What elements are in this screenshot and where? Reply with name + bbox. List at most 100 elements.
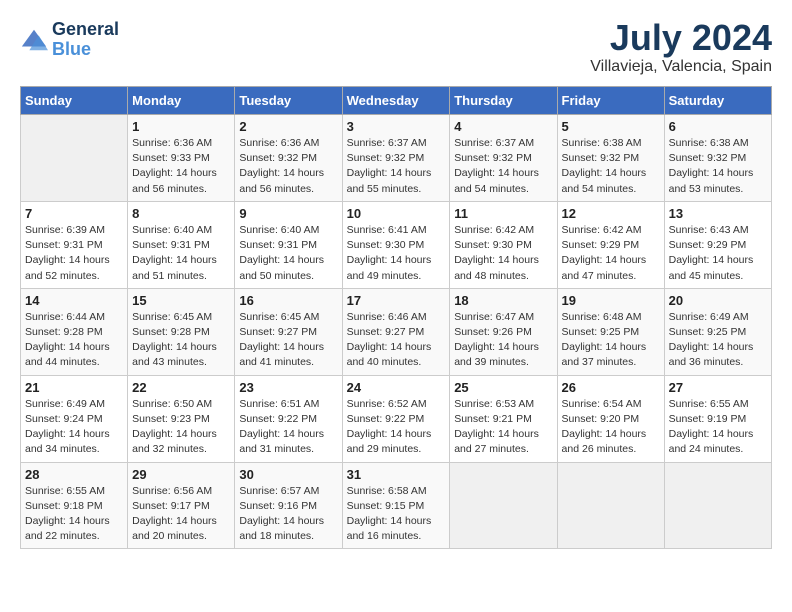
header-day: Tuesday xyxy=(235,87,342,115)
header-day: Thursday xyxy=(450,87,557,115)
main-title: July 2024 xyxy=(590,20,772,56)
day-info: Sunrise: 6:45 AM Sunset: 9:28 PM Dayligh… xyxy=(132,310,230,371)
calendar-cell: 8Sunrise: 6:40 AM Sunset: 9:31 PM Daylig… xyxy=(128,201,235,288)
day-info: Sunrise: 6:55 AM Sunset: 9:18 PM Dayligh… xyxy=(25,484,123,545)
calendar-cell: 10Sunrise: 6:41 AM Sunset: 9:30 PM Dayli… xyxy=(342,201,450,288)
calendar-cell: 3Sunrise: 6:37 AM Sunset: 9:32 PM Daylig… xyxy=(342,115,450,202)
day-number: 1 xyxy=(132,119,230,134)
calendar-cell xyxy=(557,462,664,549)
day-info: Sunrise: 6:39 AM Sunset: 9:31 PM Dayligh… xyxy=(25,223,123,284)
calendar-cell: 25Sunrise: 6:53 AM Sunset: 9:21 PM Dayli… xyxy=(450,375,557,462)
day-info: Sunrise: 6:49 AM Sunset: 9:25 PM Dayligh… xyxy=(669,310,767,371)
page-header: General Blue July 2024 Villavieja, Valen… xyxy=(20,20,772,76)
day-number: 24 xyxy=(347,380,446,395)
calendar-cell: 4 Sunrise: 6:37 AM Sunset: 9:32 PM Daylig… xyxy=(450,115,557,202)
day-number: 30 xyxy=(239,467,337,482)
day-info: Sunrise: 6:54 AM Sunset: 9:20 PM Dayligh… xyxy=(562,397,660,458)
day-number: 13 xyxy=(669,206,767,221)
calendar-cell: 20 Sunrise: 6:49 AM Sunset: 9:25 PM Dayli… xyxy=(664,288,771,375)
day-number: 21 xyxy=(25,380,123,395)
calendar-cell: 27Sunrise: 6:55 AM Sunset: 9:19 PM Dayli… xyxy=(664,375,771,462)
day-info: Sunrise: 6:44 AM Sunset: 9:28 PM Dayligh… xyxy=(25,310,123,371)
day-number: 19 xyxy=(562,293,660,308)
calendar-cell xyxy=(21,115,128,202)
day-number: 22 xyxy=(132,380,230,395)
day-info: Sunrise: 6:48 AM Sunset: 9:25 PM Dayligh… xyxy=(562,310,660,371)
header-day: Friday xyxy=(557,87,664,115)
day-info: Sunrise: 6:46 AM Sunset: 9:27 PM Dayligh… xyxy=(347,310,446,371)
day-number: 4 xyxy=(454,119,552,134)
day-number: 23 xyxy=(239,380,337,395)
title-block: July 2024 Villavieja, Valencia, Spain xyxy=(590,20,772,76)
calendar-cell: 12 Sunrise: 6:42 AM Sunset: 9:29 PM Dayli… xyxy=(557,201,664,288)
day-info: Sunrise: 6:58 AM Sunset: 9:15 PM Dayligh… xyxy=(347,484,446,545)
day-info: Sunrise: 6:40 AM Sunset: 9:31 PM Dayligh… xyxy=(239,223,337,284)
calendar-cell: 28 Sunrise: 6:55 AM Sunset: 9:18 PM Dayli… xyxy=(21,462,128,549)
day-info: Sunrise: 6:49 AM Sunset: 9:24 PM Dayligh… xyxy=(25,397,123,458)
calendar-cell: 16Sunrise: 6:45 AM Sunset: 9:27 PM Dayli… xyxy=(235,288,342,375)
calendar-cell xyxy=(664,462,771,549)
header-row: SundayMondayTuesdayWednesdayThursdayFrid… xyxy=(21,87,772,115)
day-info: Sunrise: 6:50 AM Sunset: 9:23 PM Dayligh… xyxy=(132,397,230,458)
day-number: 6 xyxy=(669,119,767,134)
day-info: Sunrise: 6:36 AM Sunset: 9:33 PM Dayligh… xyxy=(132,136,230,197)
calendar-cell: 18 Sunrise: 6:47 AM Sunset: 9:26 PM Dayli… xyxy=(450,288,557,375)
subtitle: Villavieja, Valencia, Spain xyxy=(590,58,772,76)
header-day: Saturday xyxy=(664,87,771,115)
calendar-week-row: 1 Sunrise: 6:36 AM Sunset: 9:33 PM Daylig… xyxy=(21,115,772,202)
day-info: Sunrise: 6:42 AM Sunset: 9:29 PM Dayligh… xyxy=(562,223,660,284)
day-number: 28 xyxy=(25,467,123,482)
day-number: 17 xyxy=(347,293,446,308)
day-number: 2 xyxy=(239,119,337,134)
calendar-cell: 15 Sunrise: 6:45 AM Sunset: 9:28 PM Dayli… xyxy=(128,288,235,375)
day-number: 25 xyxy=(454,380,552,395)
calendar-week-row: 7 Sunrise: 6:39 AM Sunset: 9:31 PM Daylig… xyxy=(21,201,772,288)
calendar-cell: 1 Sunrise: 6:36 AM Sunset: 9:33 PM Daylig… xyxy=(128,115,235,202)
day-number: 9 xyxy=(239,206,337,221)
calendar-cell: 17 Sunrise: 6:46 AM Sunset: 9:27 PM Dayli… xyxy=(342,288,450,375)
day-number: 18 xyxy=(454,293,552,308)
logo-icon xyxy=(20,26,48,54)
calendar-week-row: 14Sunrise: 6:44 AM Sunset: 9:28 PM Dayli… xyxy=(21,288,772,375)
day-number: 12 xyxy=(562,206,660,221)
day-info: Sunrise: 6:42 AM Sunset: 9:30 PM Dayligh… xyxy=(454,223,552,284)
calendar-cell: 7 Sunrise: 6:39 AM Sunset: 9:31 PM Daylig… xyxy=(21,201,128,288)
header-day: Monday xyxy=(128,87,235,115)
day-info: Sunrise: 6:37 AM Sunset: 9:32 PM Dayligh… xyxy=(347,136,446,197)
day-number: 11 xyxy=(454,206,552,221)
day-info: Sunrise: 6:37 AM Sunset: 9:32 PM Dayligh… xyxy=(454,136,552,197)
day-info: Sunrise: 6:47 AM Sunset: 9:26 PM Dayligh… xyxy=(454,310,552,371)
calendar-cell: 6 Sunrise: 6:38 AM Sunset: 9:32 PM Daylig… xyxy=(664,115,771,202)
day-info: Sunrise: 6:38 AM Sunset: 9:32 PM Dayligh… xyxy=(562,136,660,197)
calendar-cell: 29Sunrise: 6:56 AM Sunset: 9:17 PM Dayli… xyxy=(128,462,235,549)
day-number: 10 xyxy=(347,206,446,221)
day-number: 29 xyxy=(132,467,230,482)
day-number: 15 xyxy=(132,293,230,308)
header-day: Wednesday xyxy=(342,87,450,115)
calendar-week-row: 21 Sunrise: 6:49 AM Sunset: 9:24 PM Dayli… xyxy=(21,375,772,462)
calendar-cell: 22 Sunrise: 6:50 AM Sunset: 9:23 PM Dayli… xyxy=(128,375,235,462)
day-number: 5 xyxy=(562,119,660,134)
day-number: 20 xyxy=(669,293,767,308)
calendar-cell: 21 Sunrise: 6:49 AM Sunset: 9:24 PM Dayli… xyxy=(21,375,128,462)
day-info: Sunrise: 6:52 AM Sunset: 9:22 PM Dayligh… xyxy=(347,397,446,458)
day-info: Sunrise: 6:43 AM Sunset: 9:29 PM Dayligh… xyxy=(669,223,767,284)
logo-line1: General xyxy=(52,20,119,40)
logo-line2: Blue xyxy=(52,40,119,60)
calendar-cell: 14Sunrise: 6:44 AM Sunset: 9:28 PM Dayli… xyxy=(21,288,128,375)
day-number: 16 xyxy=(239,293,337,308)
day-number: 27 xyxy=(669,380,767,395)
day-info: Sunrise: 6:51 AM Sunset: 9:22 PM Dayligh… xyxy=(239,397,337,458)
logo: General Blue xyxy=(20,20,119,60)
day-number: 7 xyxy=(25,206,123,221)
day-number: 26 xyxy=(562,380,660,395)
calendar-cell: 23 Sunrise: 6:51 AM Sunset: 9:22 PM Dayli… xyxy=(235,375,342,462)
calendar-table: SundayMondayTuesdayWednesdayThursdayFrid… xyxy=(20,86,772,549)
day-info: Sunrise: 6:57 AM Sunset: 9:16 PM Dayligh… xyxy=(239,484,337,545)
calendar-cell: 13 Sunrise: 6:43 AM Sunset: 9:29 PM Dayli… xyxy=(664,201,771,288)
calendar-cell: 19 Sunrise: 6:48 AM Sunset: 9:25 PM Dayli… xyxy=(557,288,664,375)
day-info: Sunrise: 6:38 AM Sunset: 9:32 PM Dayligh… xyxy=(669,136,767,197)
calendar-cell: 11 Sunrise: 6:42 AM Sunset: 9:30 PM Dayli… xyxy=(450,201,557,288)
calendar-week-row: 28 Sunrise: 6:55 AM Sunset: 9:18 PM Dayli… xyxy=(21,462,772,549)
day-number: 8 xyxy=(132,206,230,221)
